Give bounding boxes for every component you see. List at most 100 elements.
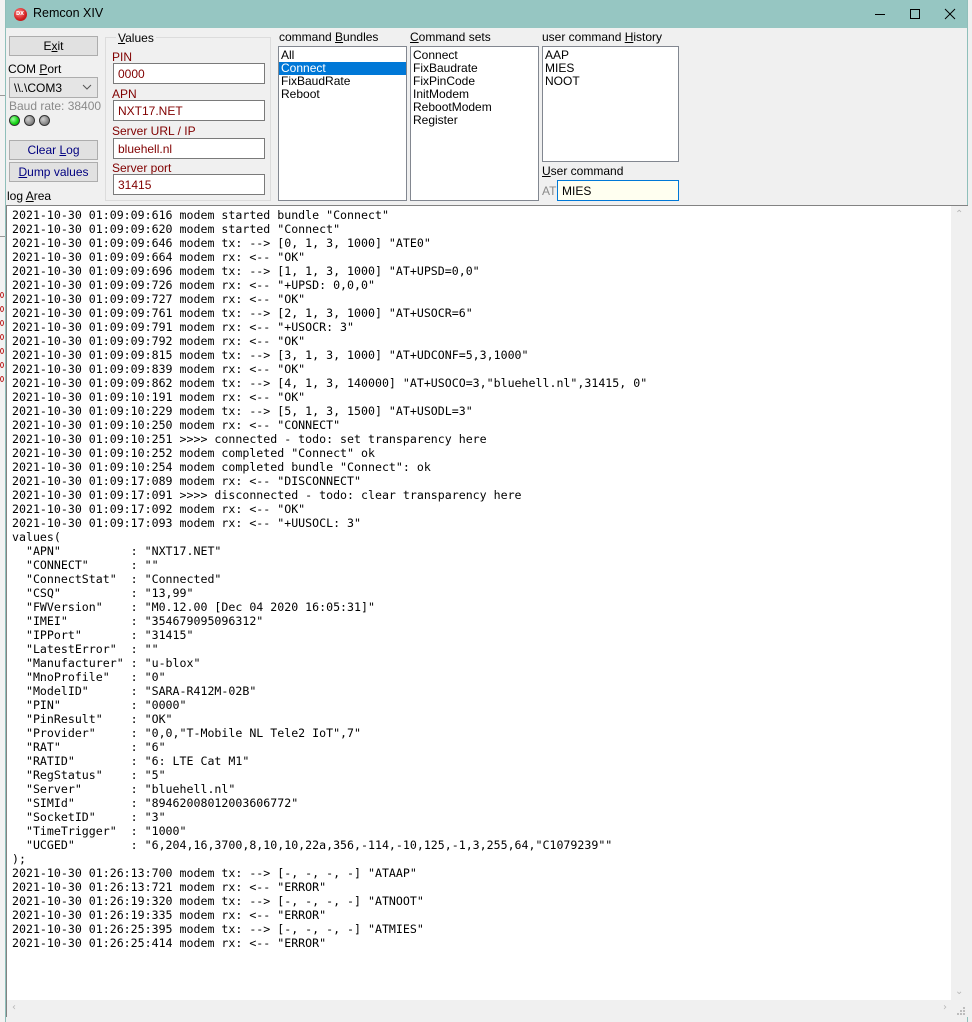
scroll-left-icon[interactable]: ‹ <box>12 1003 16 1013</box>
status-led-3 <box>39 115 50 126</box>
server-port-field[interactable] <box>113 174 265 195</box>
log-line: "LatestError" : "" <box>12 642 159 656</box>
log-line: 2021-10-30 01:09:10:250 modem rx: <-- "C… <box>12 418 341 432</box>
log-line: 2021-10-30 01:09:09:726 modem rx: <-- "+… <box>12 278 375 292</box>
apn-field[interactable] <box>113 100 265 121</box>
log-line: 2021-10-30 01:26:25:395 modem tx: --> [-… <box>12 922 424 936</box>
server-url-input[interactable] <box>114 139 264 158</box>
log-line: "RegStatus" : "5" <box>12 768 166 782</box>
error-mark-icon <box>0 362 4 368</box>
status-led-1 <box>9 115 20 126</box>
minimize-button[interactable] <box>862 0 898 28</box>
log-line: "IMEI" : "354679095096312" <box>12 614 264 628</box>
com-port-value: \\.\COM3 <box>14 81 63 95</box>
log-line: 2021-10-30 01:09:09:727 modem rx: <-- "O… <box>12 292 306 306</box>
horizontal-scrollbar[interactable]: ‹ › <box>7 1000 952 1017</box>
error-mark-icon <box>0 306 4 312</box>
pin-field[interactable] <box>113 63 265 84</box>
user-command-input[interactable] <box>558 181 678 200</box>
server-url-field[interactable] <box>113 138 265 159</box>
log-line: 2021-10-30 01:09:09:664 modem rx: <-- "O… <box>12 250 306 264</box>
log-line: "MnoProfile" : "0" <box>12 670 166 684</box>
error-mark-icon <box>0 292 4 298</box>
user-command-history-label: user command History <box>542 30 663 44</box>
error-mark-icon <box>0 376 4 382</box>
log-line: "SIMId" : "89462008012003606772" <box>12 796 299 810</box>
title-bar[interactable]: DX Remcon XIV <box>6 0 967 28</box>
log-line: 2021-10-30 01:09:09:839 modem rx: <-- "O… <box>12 362 306 376</box>
close-button[interactable] <box>932 0 968 28</box>
close-icon <box>944 8 956 20</box>
user-command-field[interactable] <box>557 180 679 201</box>
log-line: 2021-10-30 01:09:10:252 modem completed … <box>12 446 375 460</box>
command-sets-label: Command sets <box>410 30 491 44</box>
log-line: 2021-10-30 01:26:13:700 modem tx: --> [-… <box>12 866 417 880</box>
log-line: "UCGED" : "6,204,16,3700,8,10,10,22a,356… <box>12 838 613 852</box>
pin-input[interactable] <box>114 64 264 83</box>
size-grip[interactable] <box>951 1000 968 1017</box>
log-line: "Server" : "bluehell.nl" <box>12 782 236 796</box>
baud-rate-label: Baud rate: 38400 <box>9 99 102 113</box>
log-line: "ConnectStat" : "Connected" <box>12 572 222 586</box>
log-line: 2021-10-30 01:09:17:091 >>>> disconnecte… <box>12 488 522 502</box>
chevron-down-icon <box>82 84 92 90</box>
log-line: 2021-10-30 01:09:09:620 modem started "C… <box>12 222 341 236</box>
command-bundles-label: command Bundles <box>279 30 379 44</box>
server-port-label: Server port <box>112 161 172 175</box>
log-line: 2021-10-30 01:26:19:320 modem tx: --> [-… <box>12 894 424 908</box>
com-port-select[interactable]: \\.\COM3 <box>9 77 98 98</box>
status-led-2 <box>24 115 35 126</box>
apn-input[interactable] <box>114 101 264 120</box>
log-area[interactable]: 2021-10-30 01:09:09:616 modem started bu… <box>6 205 968 1017</box>
history-item-noot[interactable]: NOOT <box>543 75 678 88</box>
bundle-item-reboot[interactable]: Reboot <box>279 88 406 101</box>
app-icon[interactable]: DX <box>14 8 27 21</box>
log-area-label: log Area <box>7 189 52 203</box>
log-line: "Provider" : "0,0,"T-Mobile NL Tele2 IoT… <box>12 726 362 740</box>
log-line: 2021-10-30 01:09:09:761 modem tx: --> [2… <box>12 306 473 320</box>
server-port-input[interactable] <box>114 175 264 194</box>
server-url-label: Server URL / IP <box>112 124 196 138</box>
log-line: 2021-10-30 01:09:09:646 modem tx: --> [0… <box>12 236 431 250</box>
error-mark-icon <box>0 320 4 326</box>
log-line: 2021-10-30 01:09:10:191 modem rx: <-- "O… <box>12 390 306 404</box>
values-group-title: Values <box>116 31 156 45</box>
vertical-scrollbar[interactable]: ⌃ ⌄ <box>951 206 968 1001</box>
user-command-history-list[interactable]: AAP MIES NOOT <box>542 46 679 162</box>
error-mark-icon <box>0 334 4 340</box>
log-line: 2021-10-30 01:09:09:696 modem tx: --> [1… <box>12 264 480 278</box>
scroll-right-icon[interactable]: › <box>943 1003 947 1013</box>
maximize-icon <box>910 9 920 19</box>
user-command-label: User command <box>542 164 624 178</box>
log-line: "IPPort" : "31415" <box>12 628 194 642</box>
log-line: 2021-10-30 01:09:09:792 modem rx: <-- "O… <box>12 334 306 348</box>
log-line: 2021-10-30 01:26:25:414 modem rx: <-- "E… <box>12 936 327 950</box>
log-line: "PinResult" : "OK" <box>12 712 173 726</box>
log-line: "SocketID" : "3" <box>12 810 166 824</box>
log-line: "CONNECT" : "" <box>12 558 159 572</box>
clear-log-button[interactable]: Clear Log <box>9 140 98 160</box>
exit-button[interactable]: Exit <box>9 36 98 56</box>
log-line: "ModelID" : "SARA-R412M-02B" <box>12 684 257 698</box>
log-line: 2021-10-30 01:09:10:229 modem tx: --> [5… <box>12 404 473 418</box>
log-line: 2021-10-30 01:26:13:721 modem rx: <-- "E… <box>12 880 327 894</box>
log-line: values( <box>12 530 61 544</box>
log-line: "CSQ" : "13,99" <box>12 586 194 600</box>
dump-values-button[interactable]: Dump values <box>9 162 98 182</box>
log-line: 2021-10-30 01:09:09:791 modem rx: <-- "+… <box>12 320 355 334</box>
maximize-button[interactable] <box>897 0 933 28</box>
log-line: 2021-10-30 01:09:17:089 modem rx: <-- "D… <box>12 474 362 488</box>
log-line: "TimeTrigger" : "1000" <box>12 824 187 838</box>
log-line: 2021-10-30 01:09:10:251 >>>> connected -… <box>12 432 487 446</box>
scroll-up-icon[interactable]: ⌃ <box>955 210 963 220</box>
log-line: 2021-10-30 01:26:19:335 modem rx: <-- "E… <box>12 908 327 922</box>
main-window: DX Remcon XIV Exit COM Port \\.\COM3 Bau… <box>5 0 968 1022</box>
log-line: "RAT" : "6" <box>12 740 166 754</box>
apn-label: APN <box>112 87 137 101</box>
log-line: 2021-10-30 01:09:10:254 modem completed … <box>12 460 431 474</box>
command-bundles-list[interactable]: All Connect FixBaudRate Reboot <box>278 46 407 201</box>
command-sets-list[interactable]: Connect FixBaudrate FixPinCode InitModem… <box>410 46 539 201</box>
set-item-register[interactable]: Register <box>411 114 538 127</box>
scroll-down-icon[interactable]: ⌄ <box>955 987 963 997</box>
log-text[interactable]: 2021-10-30 01:09:09:616 modem started bu… <box>12 208 948 998</box>
